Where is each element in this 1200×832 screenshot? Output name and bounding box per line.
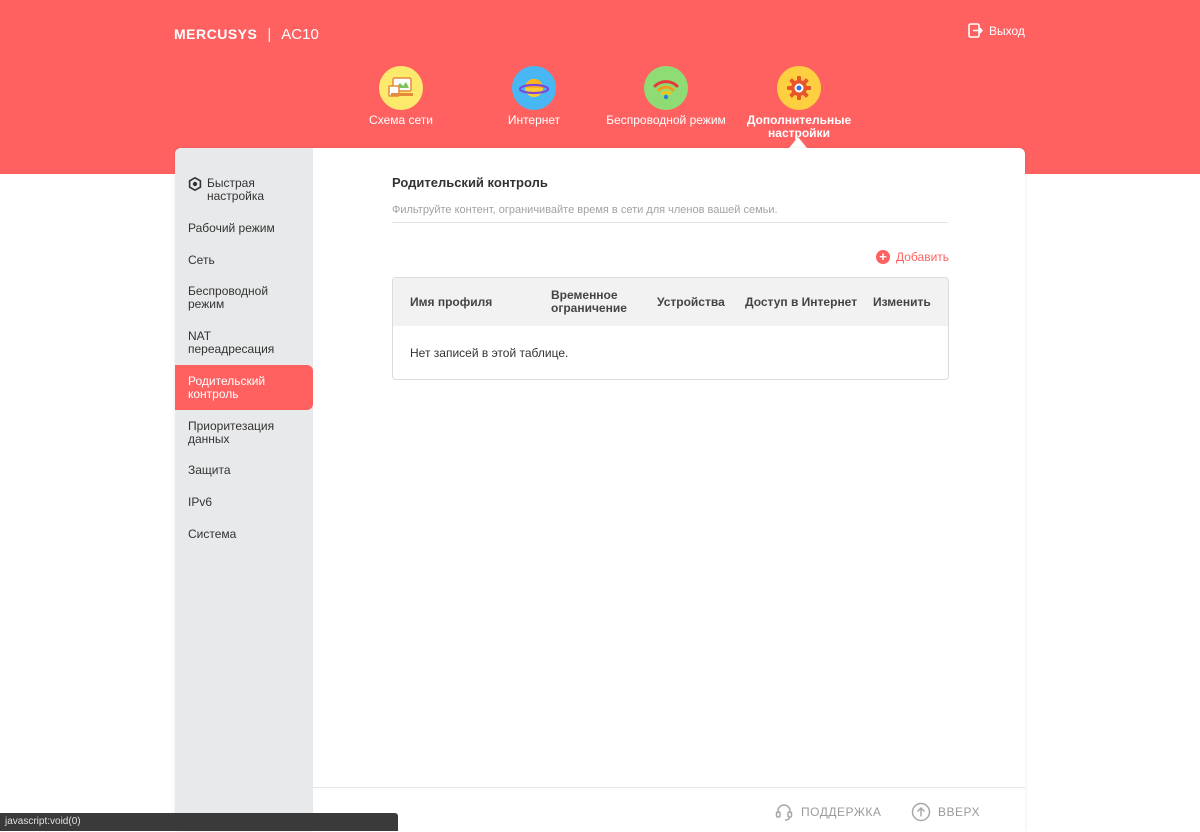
- column-edit: Изменить: [873, 294, 931, 309]
- sidebar-item-wireless[interactable]: Беспроводной режим: [175, 285, 285, 311]
- support-label: ПОДДЕРЖКА: [801, 805, 882, 819]
- sidebar-item-network[interactable]: Сеть: [175, 254, 313, 267]
- page-title: Родительский контроль: [392, 175, 548, 190]
- sidebar-item-operation-mode[interactable]: Рабочий режим: [175, 222, 313, 235]
- column-internet-access: Доступ в Интернет: [745, 294, 858, 309]
- plus-icon: +: [876, 250, 890, 264]
- sidebar-item-system[interactable]: Система: [175, 528, 313, 541]
- page-description: Фильтруйте контент, ограничивайте время …: [392, 204, 778, 216]
- sidebar-item-label: Система: [188, 527, 237, 541]
- nav-network-map[interactable]: Схема сети: [336, 66, 466, 127]
- brand-separator: |: [267, 25, 272, 43]
- active-nav-pointer: [789, 137, 807, 148]
- logout-label: Выход: [989, 23, 1025, 38]
- sidebar-item-qos[interactable]: Приоритезация данных: [175, 420, 285, 446]
- nav-network-map-label: Схема сети: [369, 113, 433, 127]
- sidebar-item-label: Быстрая настройка: [207, 176, 265, 203]
- sidebar-item-nat-forwarding[interactable]: NAT переадресация: [175, 330, 285, 356]
- planet-icon: [512, 66, 556, 110]
- nav-wireless[interactable]: Беспроводной режим: [601, 66, 731, 127]
- nav-advanced-settings[interactable]: Дополнительные настройки: [734, 66, 864, 140]
- column-time-limit: Временное ограничение: [551, 288, 627, 315]
- sidebar-item-parental-controls[interactable]: Родительский контроль: [175, 365, 313, 410]
- support-link[interactable]: ПОДДЕРЖКА: [774, 802, 881, 822]
- wifi-icon: [644, 66, 688, 110]
- column-profile-name: Имя профиля: [410, 294, 493, 309]
- column-devices: Устройства: [657, 294, 725, 309]
- gear-icon: [777, 66, 821, 110]
- sidebar-item-ipv6[interactable]: IPv6: [175, 496, 313, 509]
- sidebar-item-label: NAT переадресация: [188, 329, 275, 356]
- sidebar-item-label: Сеть: [188, 253, 215, 267]
- arrow-up-circle-icon: [911, 802, 931, 822]
- table-empty-message: Нет записей в этой таблице.: [410, 346, 569, 360]
- logout-icon: [968, 23, 983, 38]
- headset-icon: [775, 804, 793, 821]
- nav-internet-label: Интернет: [507, 113, 561, 127]
- add-button-label: Добавить: [896, 250, 950, 264]
- footer: ПОДДЕРЖКА ВВЕРХ: [313, 787, 1025, 832]
- model-name: AC10: [281, 25, 319, 43]
- quick-setup-icon: [188, 177, 202, 191]
- sidebar-item-label: Беспроводной режим: [188, 284, 269, 311]
- sidebar-item-label: Приоритезация данных: [188, 419, 275, 446]
- sidebar-item-security[interactable]: Защита: [175, 464, 313, 477]
- sidebar-item-label: Защита: [188, 463, 231, 477]
- brand: MERCUSYS | AC10: [174, 24, 319, 44]
- main-panel: Быстрая настройка Рабочий режим Сеть Бес…: [175, 148, 1025, 831]
- table-header: Имя профиля Временное ограничение Устрой…: [393, 278, 948, 326]
- add-button[interactable]: + Добавить: [876, 250, 949, 264]
- back-to-top-link[interactable]: ВВЕРХ: [911, 802, 980, 822]
- parental-control-table: Имя профиля Временное ограничение Устрой…: [392, 277, 949, 380]
- sidebar: Быстрая настройка Рабочий режим Сеть Бес…: [175, 148, 313, 831]
- brand-logo: MERCUSYS: [174, 26, 258, 42]
- divider: [392, 222, 948, 223]
- sidebar-item-quick-setup[interactable]: Быстрая настройка: [175, 177, 313, 203]
- logout-button[interactable]: Выход: [968, 23, 1025, 38]
- sidebar-item-label: Родительский контроль: [188, 373, 266, 401]
- top-label: ВВЕРХ: [938, 805, 980, 819]
- nav-internet[interactable]: Интернет: [469, 66, 599, 127]
- browser-status-bar: javascript:void(0): [0, 813, 398, 831]
- nav-wireless-label: Беспроводной режим: [606, 113, 726, 127]
- sidebar-item-label: Рабочий режим: [188, 221, 275, 235]
- network-map-icon: [379, 66, 423, 110]
- content-area: Родительский контроль Фильтруйте контент…: [313, 148, 1025, 831]
- sidebar-item-label: IPv6: [188, 495, 213, 509]
